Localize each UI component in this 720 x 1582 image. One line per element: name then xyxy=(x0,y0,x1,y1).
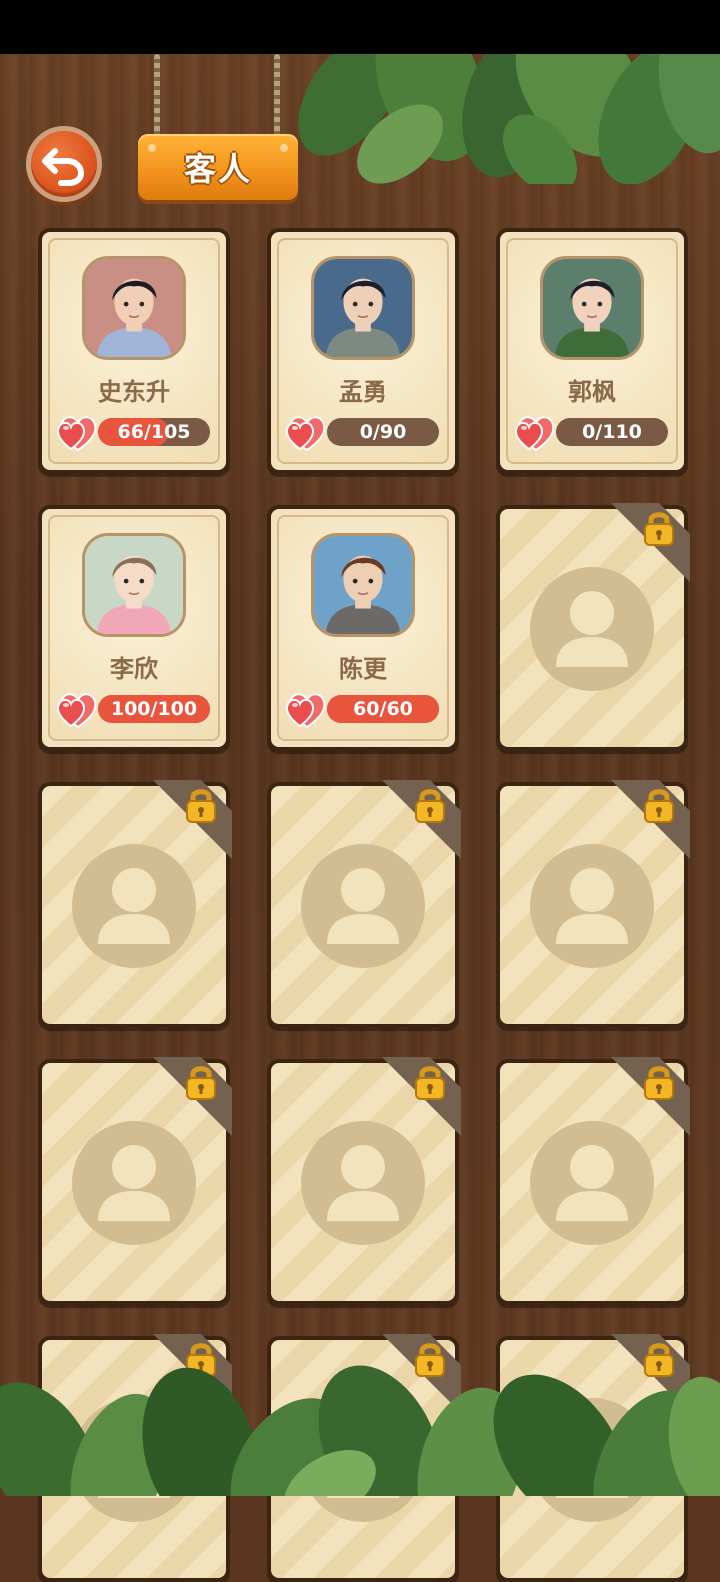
locked-guest-placeholder xyxy=(301,1121,425,1245)
padlock-icon xyxy=(644,512,674,546)
portrait-image xyxy=(314,536,412,634)
portrait-image xyxy=(85,536,183,634)
guest-card[interactable]: 陈更 60/60 xyxy=(267,505,459,751)
affection-bar: 66/105 xyxy=(98,418,210,446)
page-title: 客人 xyxy=(183,150,252,188)
user-silhouette-icon xyxy=(327,1145,399,1221)
locked-guest-card[interactable] xyxy=(496,780,690,1028)
heart-icon xyxy=(285,416,326,452)
user-silhouette-icon xyxy=(98,868,170,944)
padlock-icon xyxy=(186,1066,216,1100)
affection-value: 60/60 xyxy=(353,698,413,720)
lock-badge xyxy=(610,1057,690,1137)
guest-name: 陈更 xyxy=(339,655,387,683)
guest-card[interactable]: 孟勇 0/90 xyxy=(267,228,459,474)
nail xyxy=(280,144,288,152)
heart-icon xyxy=(514,416,555,452)
locked-guest-card[interactable] xyxy=(267,780,461,1028)
user-silhouette-icon xyxy=(98,1145,170,1221)
lock-badge xyxy=(381,780,461,860)
guest-avatar xyxy=(540,256,644,360)
heart-icon xyxy=(285,693,326,729)
leaves-decoration-bottom xyxy=(0,1365,720,1496)
lock-badge xyxy=(152,1057,232,1137)
heart-icon xyxy=(56,416,97,452)
portrait-image xyxy=(543,259,641,357)
leaves-decoration-top xyxy=(298,54,720,184)
padlock-icon xyxy=(644,789,674,823)
locked-guest-placeholder xyxy=(530,567,654,691)
affection-bar: 60/60 xyxy=(327,695,439,723)
guest-card[interactable]: 李欣 100/100 xyxy=(38,505,230,751)
guest-card[interactable]: 史东升 66/105 xyxy=(38,228,230,474)
affection-bar: 100/100 xyxy=(98,695,210,723)
guest-avatar xyxy=(82,533,186,637)
affection-bar: 0/90 xyxy=(327,418,439,446)
guest-name: 郭枫 xyxy=(568,378,616,406)
guest-avatar xyxy=(82,256,186,360)
user-silhouette-icon xyxy=(556,1145,628,1221)
user-silhouette-icon xyxy=(327,868,399,944)
affection-value: 0/90 xyxy=(359,421,407,443)
affection-value: 66/105 xyxy=(117,421,191,443)
portrait-image xyxy=(314,259,412,357)
locked-guest-placeholder xyxy=(301,844,425,968)
locked-guest-placeholder xyxy=(530,1121,654,1245)
locked-guest-card[interactable] xyxy=(496,1057,690,1305)
guest-name: 李欣 xyxy=(110,655,158,683)
guest-avatar xyxy=(311,533,415,637)
locked-guest-card[interactable] xyxy=(38,1057,232,1305)
padlock-icon xyxy=(415,789,445,823)
locked-guest-card[interactable] xyxy=(267,1057,461,1305)
title-plank: 客人 xyxy=(138,134,298,200)
padlock-icon xyxy=(644,1066,674,1100)
lock-badge xyxy=(381,1057,461,1137)
affection-value: 0/110 xyxy=(582,421,642,443)
lock-badge xyxy=(152,780,232,860)
user-silhouette-icon xyxy=(556,868,628,944)
portrait-image xyxy=(85,259,183,357)
locked-guest-card[interactable] xyxy=(38,780,232,1028)
affection-bar: 0/110 xyxy=(556,418,668,446)
padlock-icon xyxy=(186,789,216,823)
guest-name: 史东升 xyxy=(98,378,170,406)
status-bar xyxy=(0,0,720,54)
locked-guest-placeholder xyxy=(72,1121,196,1245)
back-arrow-icon xyxy=(42,148,85,186)
guest-avatar xyxy=(311,256,415,360)
affection-value: 100/100 xyxy=(110,698,198,720)
locked-guest-placeholder xyxy=(72,844,196,968)
locked-guest-card[interactable] xyxy=(496,503,690,751)
lock-badge xyxy=(610,780,690,860)
user-silhouette-icon xyxy=(556,591,628,667)
guest-card[interactable]: 郭枫 0/110 xyxy=(496,228,688,474)
lock-badge xyxy=(610,503,690,583)
nail xyxy=(148,144,156,152)
heart-icon xyxy=(56,693,97,729)
rope-right xyxy=(274,54,280,140)
locked-guest-placeholder xyxy=(530,844,654,968)
back-button[interactable] xyxy=(26,126,102,202)
padlock-icon xyxy=(415,1066,445,1100)
rope-left xyxy=(154,54,160,140)
guest-name: 孟勇 xyxy=(339,378,387,406)
